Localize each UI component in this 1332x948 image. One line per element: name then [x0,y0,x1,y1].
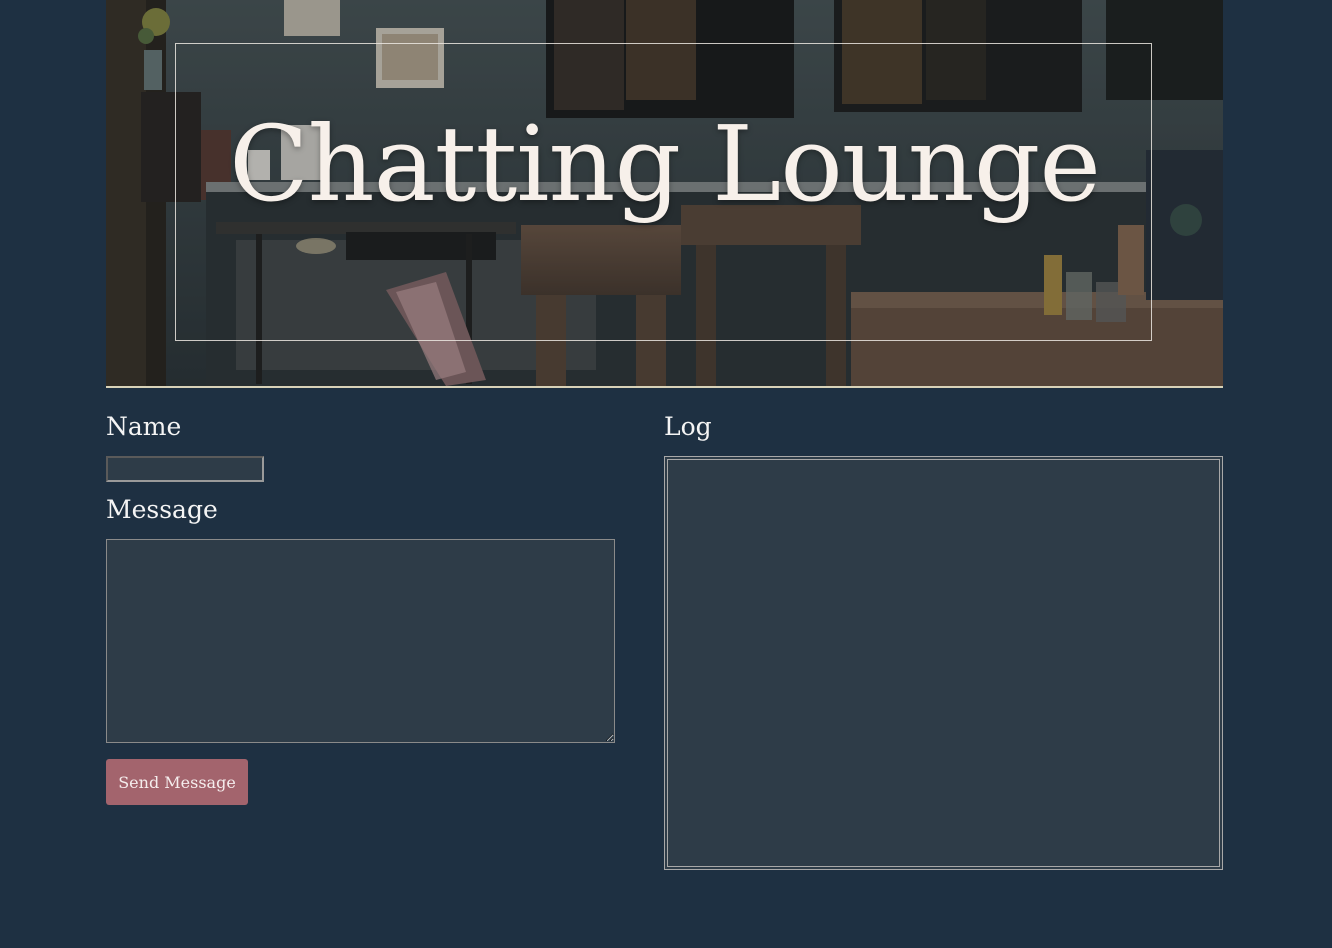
message-label: Message [106,495,218,524]
log-label: Log [664,412,712,441]
hero-banner: Chatting Lounge [106,0,1223,388]
name-input[interactable] [106,456,264,482]
page-title: Chatting Lounge [229,103,1101,225]
chat-page: Chatting Lounge Name Message Send Messag… [0,0,1332,948]
message-input[interactable] [106,539,615,743]
chat-log[interactable] [664,456,1223,870]
name-label: Name [106,412,182,441]
send-message-button[interactable]: Send Message [106,759,248,805]
